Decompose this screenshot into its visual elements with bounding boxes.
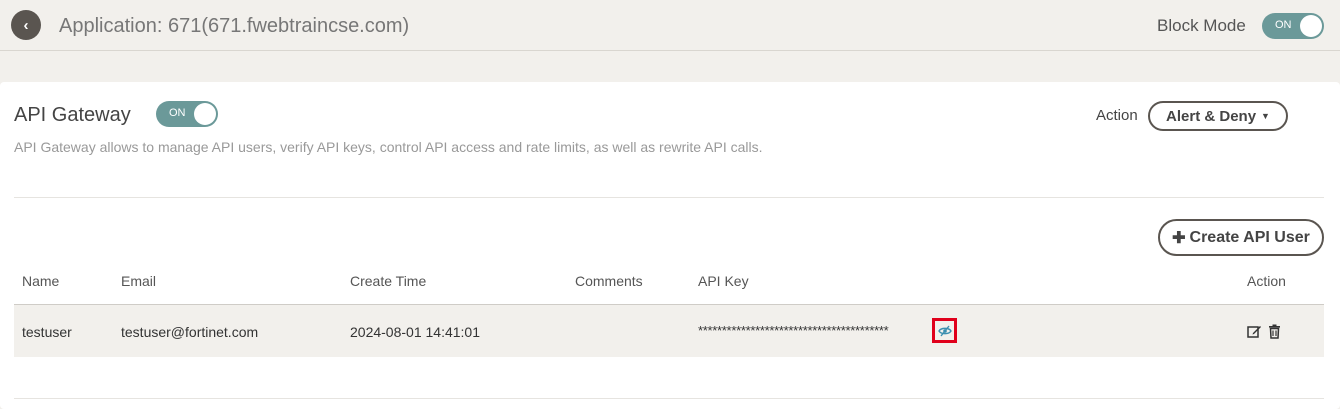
cell-name: testuser xyxy=(22,324,72,340)
action-dropdown[interactable]: Alert & Deny ▼ xyxy=(1148,101,1288,131)
cell-email: testuser@fortinet.com xyxy=(121,324,259,340)
action-dropdown-value: Alert & Deny xyxy=(1166,107,1257,125)
plus-icon: ✚ xyxy=(1172,229,1186,247)
create-api-user-button[interactable]: ✚ Create API User xyxy=(1158,219,1324,256)
cell-api-key: **************************************** xyxy=(698,323,889,338)
column-header-create-time: Create Time xyxy=(350,273,427,289)
show-api-key-button[interactable] xyxy=(932,318,957,343)
api-gateway-panel: API Gateway ON API Gateway allows to man… xyxy=(0,82,1340,409)
column-header-api-key: API Key xyxy=(698,273,749,289)
block-mode-toggle[interactable]: ON xyxy=(1262,13,1324,39)
api-gateway-toggle-text: ON xyxy=(169,107,186,119)
column-header-email: Email xyxy=(121,273,157,289)
create-api-user-label: Create API User xyxy=(1189,228,1310,246)
back-button[interactable]: ‹ xyxy=(11,10,41,40)
block-mode-toggle-text: ON xyxy=(1275,19,1292,31)
api-gateway-toggle[interactable]: ON xyxy=(156,101,218,127)
cell-create-time: 2024-08-01 14:41:01 xyxy=(350,324,480,340)
section-description: API Gateway allows to manage API users, … xyxy=(14,139,763,155)
block-mode-label: Block Mode xyxy=(1157,16,1246,35)
divider xyxy=(14,197,1324,198)
chevron-left-icon: ‹ xyxy=(23,16,29,34)
action-label: Action xyxy=(1096,107,1138,124)
toggle-knob xyxy=(194,103,216,125)
caret-down-icon: ▼ xyxy=(1261,111,1270,121)
top-bar: ‹ Application: 671(671.fwebtraincse.com)… xyxy=(0,0,1340,51)
page-title: Application: 671(671.fwebtraincse.com) xyxy=(59,15,410,37)
column-header-action: Action xyxy=(1247,273,1286,289)
section-title: API Gateway xyxy=(14,104,131,126)
column-header-comments: Comments xyxy=(575,273,643,289)
column-header-name: Name xyxy=(22,273,60,289)
eye-slash-icon xyxy=(937,325,952,336)
toggle-knob xyxy=(1300,15,1322,37)
delete-button[interactable] xyxy=(1266,323,1282,339)
trash-icon xyxy=(1268,324,1280,339)
divider xyxy=(14,398,1324,399)
edit-icon xyxy=(1246,325,1261,338)
edit-button[interactable] xyxy=(1246,323,1262,339)
